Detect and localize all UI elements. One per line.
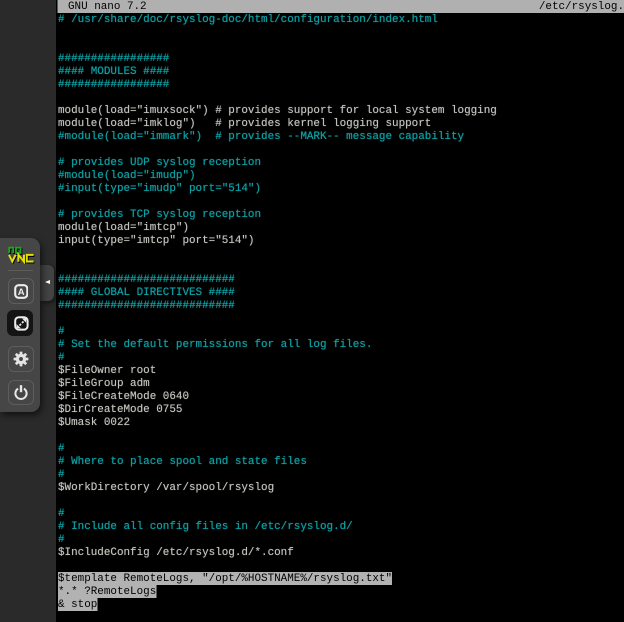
svg-text:A: A	[17, 287, 24, 298]
